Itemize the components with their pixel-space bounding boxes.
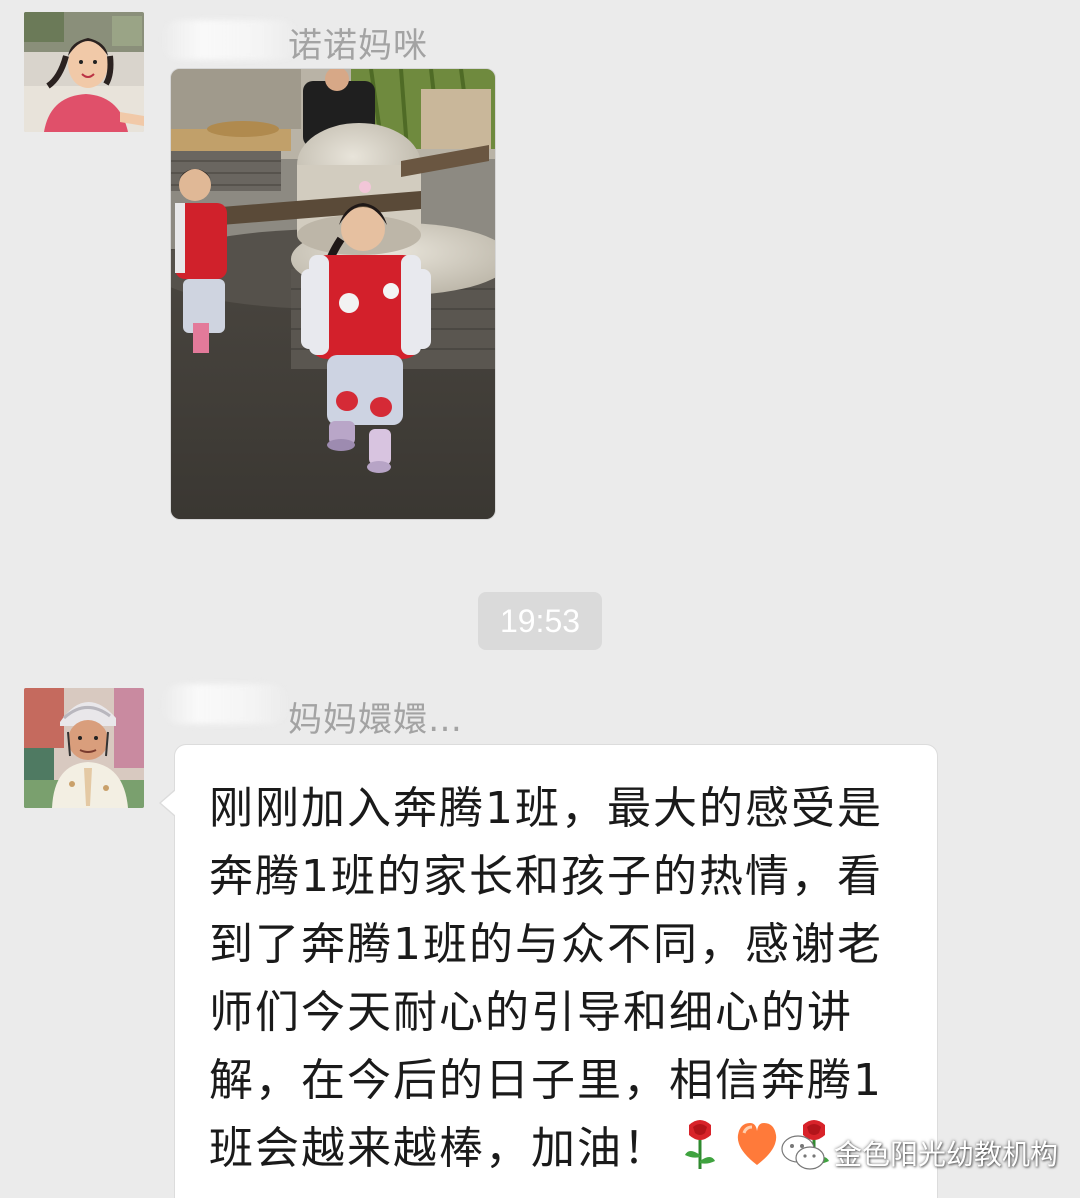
image-message[interactable] (170, 68, 496, 520)
sender-name-redacted (160, 684, 290, 724)
sender-name-redacted (160, 20, 300, 60)
photo-children-at-stone-mill (171, 69, 495, 519)
sender-name: 诺诺妈咪 (288, 26, 428, 66)
wechat-icon (781, 1135, 825, 1170)
avatar-photo-boy-helmet (24, 688, 144, 808)
message-text: 刚刚加入奔腾1班，最大的感受是奔腾1班的家长和孩子的热情，看到了奔腾1班的与众不… (209, 775, 919, 1183)
watermark: 金色阳光幼教机构 (780, 1128, 1058, 1178)
watermark-text: 金色阳光幼教机构 (834, 1138, 1059, 1171)
rose-icon (685, 1120, 715, 1169)
timestamp: 19:53 (478, 592, 602, 650)
avatar-photo-girl (24, 12, 144, 132)
message-body: 刚刚加入奔腾1班，最大的感受是奔腾1班的家长和孩子的热情，看到了奔腾1班的与众不… (209, 783, 883, 1174)
chat-view: 诺诺妈咪 19:53 妈妈嬛嬛… 刚刚加入奔腾1班，最大的感受是奔腾1班的家长和… (0, 0, 1080, 1198)
heart-icon (737, 1123, 777, 1165)
avatar[interactable] (24, 688, 144, 808)
avatar[interactable] (24, 12, 144, 132)
sender-name: 妈妈嬛嬛… (288, 700, 463, 740)
